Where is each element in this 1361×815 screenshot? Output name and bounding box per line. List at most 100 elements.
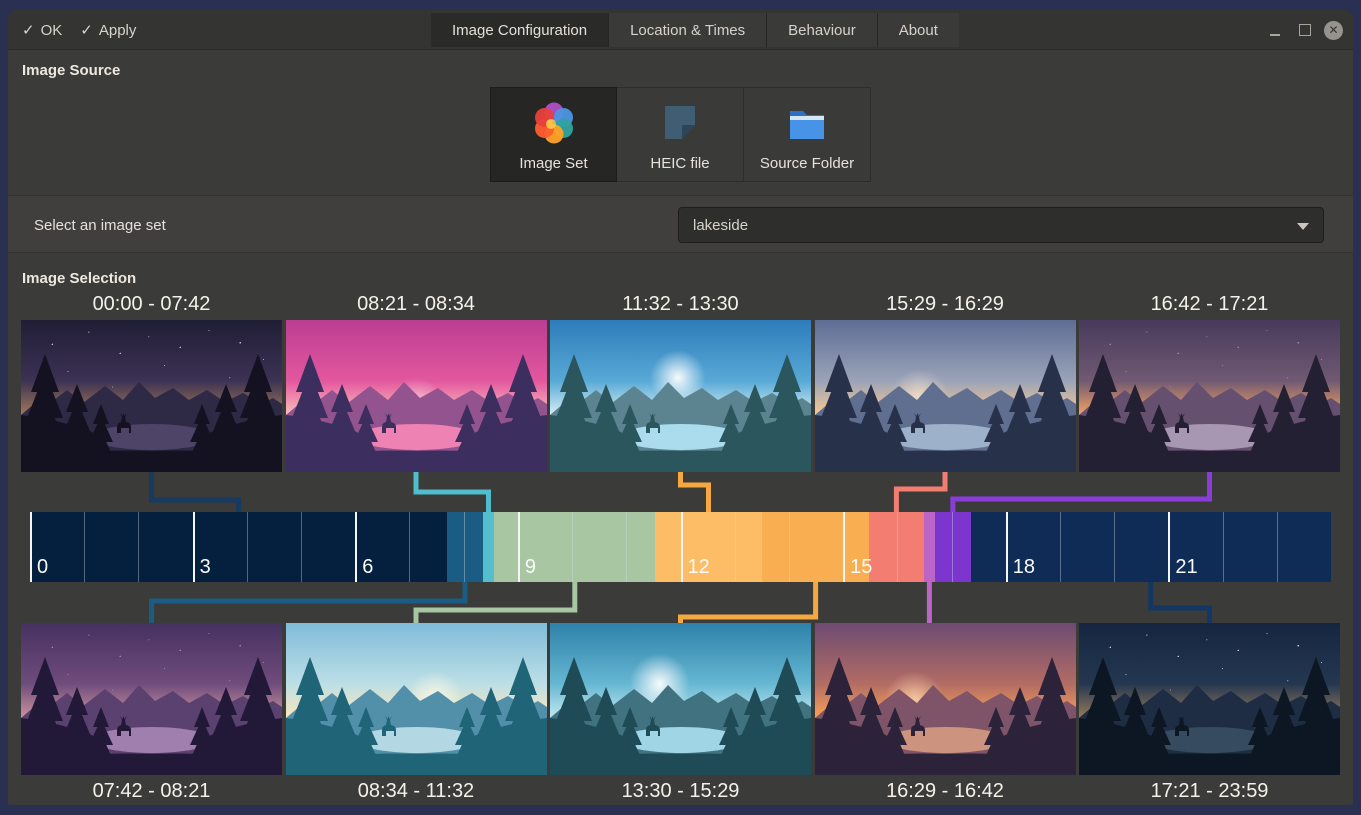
minor-hour-tick — [572, 512, 573, 582]
lakeside-scene — [815, 623, 1076, 775]
tab-location-times[interactable]: Location & Times — [608, 13, 766, 47]
major-hour-tick — [843, 512, 845, 582]
thumbnail-top-1[interactable]: 00:00 - 07:42 — [21, 291, 282, 472]
timeline-segment — [483, 512, 495, 582]
tab-image-configuration[interactable]: Image Configuration — [431, 13, 608, 47]
minor-hour-tick — [84, 512, 85, 582]
image-set-select-row: Select an image set lakeside — [8, 195, 1353, 253]
minor-hour-tick — [1060, 512, 1061, 582]
timeline-segment — [30, 512, 447, 582]
minor-hour-tick — [301, 512, 302, 582]
chevron-down-icon — [1297, 223, 1309, 230]
major-hour-tick — [355, 512, 357, 582]
hour-label: 6 — [362, 556, 373, 579]
lakeside-scene — [1079, 623, 1340, 775]
thumbnail-bottom-1[interactable]: 07:42 - 08:21 — [21, 623, 282, 805]
heic-file-button[interactable]: HEIC file — [617, 87, 744, 182]
thumbnail-bottom-5[interactable]: 17:21 - 23:59 — [1079, 623, 1340, 805]
titlebar: OK Apply Image Configuration Location & … — [8, 10, 1353, 50]
time-range-label: 17:21 - 23:59 — [1079, 775, 1340, 805]
tab-bar: Image Configuration Location & Times Beh… — [431, 13, 959, 47]
check-icon — [80, 21, 93, 39]
heic-file-label: HEIC file — [650, 155, 709, 172]
minor-hour-tick — [626, 512, 627, 582]
lakeside-scene — [550, 623, 811, 775]
time-range-label: 00:00 - 07:42 — [21, 291, 282, 320]
minor-hour-tick — [1277, 512, 1278, 582]
app-window: OK Apply Image Configuration Location & … — [8, 10, 1353, 805]
thumbnail-top-4[interactable]: 15:29 - 16:29 — [815, 291, 1076, 472]
minor-hour-tick — [409, 512, 410, 582]
minor-hour-tick — [1223, 512, 1224, 582]
thumbnail-bottom-3[interactable]: 13:30 - 15:29 — [550, 623, 811, 805]
apply-button-label: Apply — [99, 22, 137, 39]
wallpaper-preview — [21, 320, 282, 472]
time-range-label: 11:32 - 13:30 — [550, 291, 811, 320]
ok-button[interactable]: OK — [22, 21, 62, 39]
hour-label: 21 — [1175, 556, 1197, 579]
major-hour-tick — [1006, 512, 1008, 582]
thumbnail-top-5[interactable]: 16:42 - 17:21 — [1079, 291, 1340, 472]
hour-label: 18 — [1013, 556, 1035, 579]
lakeside-scene — [21, 623, 282, 775]
time-range-label: 16:29 - 16:42 — [815, 775, 1076, 805]
hour-label: 15 — [850, 556, 872, 579]
timeline-bar: 036912151821 — [30, 512, 1331, 582]
lakeside-scene — [21, 320, 282, 472]
timeline-segment — [447, 512, 482, 582]
minor-hour-tick — [735, 512, 736, 582]
heic-file-icon — [656, 99, 704, 147]
time-range-label: 16:42 - 17:21 — [1079, 291, 1340, 320]
wallpaper-preview — [1079, 320, 1340, 472]
thumb-row-bottom: 07:42 - 08:21 08:34 - 11:32 13:30 - 15:2… — [21, 623, 1340, 805]
thumbnail-top-3[interactable]: 11:32 - 13:30 — [550, 291, 811, 472]
hour-label: 12 — [688, 556, 710, 579]
lakeside-scene — [550, 320, 811, 472]
apply-button[interactable]: Apply — [80, 21, 136, 39]
source-type-buttons: Image Set HEIC file Source Folder — [490, 87, 871, 182]
thumbnail-bottom-4[interactable]: 16:29 - 16:42 — [815, 623, 1076, 805]
image-set-dropdown[interactable]: lakeside — [678, 207, 1324, 243]
maximize-button[interactable] — [1294, 19, 1316, 41]
thumbnail-top-2[interactable]: 08:21 - 08:34 — [286, 291, 547, 472]
source-folder-button[interactable]: Source Folder — [744, 87, 871, 182]
source-folder-label: Source Folder — [760, 155, 854, 172]
minor-hour-tick — [952, 512, 953, 582]
major-hour-tick — [518, 512, 520, 582]
wallpaper-preview — [21, 623, 282, 775]
wallpaper-preview — [815, 320, 1076, 472]
timeline-segment — [924, 512, 936, 582]
ok-button-label: OK — [41, 22, 63, 39]
minimize-button[interactable] — [1264, 19, 1286, 41]
minor-hour-tick — [138, 512, 139, 582]
hour-label: 0 — [37, 556, 48, 579]
image-set-button[interactable]: Image Set — [490, 87, 617, 182]
close-button[interactable] — [1324, 21, 1343, 40]
wallpaper-preview — [1079, 623, 1340, 775]
major-hour-tick — [193, 512, 195, 582]
source-folder-icon — [783, 99, 831, 147]
time-range-label: 08:34 - 11:32 — [286, 775, 547, 805]
major-hour-tick — [1168, 512, 1170, 582]
lakeside-scene — [286, 623, 547, 775]
tab-about[interactable]: About — [877, 13, 959, 47]
major-hour-tick — [30, 512, 32, 582]
wallpaper-preview — [550, 320, 811, 472]
image-set-dropdown-value: lakeside — [693, 217, 748, 234]
wallpaper-preview — [286, 320, 547, 472]
hour-label: 3 — [200, 556, 211, 579]
minor-hour-tick — [247, 512, 248, 582]
thumbnail-bottom-2[interactable]: 08:34 - 11:32 — [286, 623, 547, 805]
minor-hour-tick — [464, 512, 465, 582]
time-range-label: 15:29 - 16:29 — [815, 291, 1076, 320]
lakeside-scene — [286, 320, 547, 472]
image-source-heading: Image Source — [22, 62, 120, 79]
minor-hour-tick — [897, 512, 898, 582]
desktop-background: OK Apply Image Configuration Location & … — [0, 0, 1361, 815]
tab-behaviour[interactable]: Behaviour — [766, 13, 877, 47]
lakeside-scene — [1079, 320, 1340, 472]
select-image-set-label: Select an image set — [34, 196, 166, 254]
time-range-label: 07:42 - 08:21 — [21, 775, 282, 805]
wallpaper-preview — [550, 623, 811, 775]
wallpaper-preview — [286, 623, 547, 775]
